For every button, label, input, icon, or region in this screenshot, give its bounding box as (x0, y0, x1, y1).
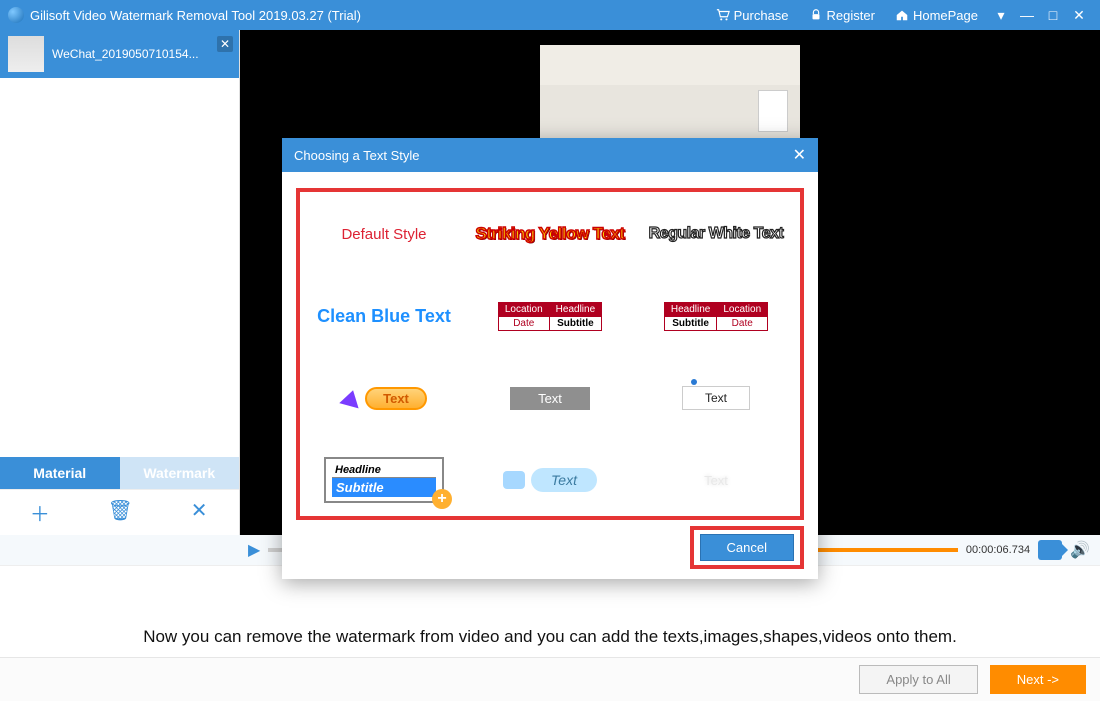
style-orange-label: Text (365, 387, 427, 410)
dialog-title: Choosing a Text Style (294, 148, 420, 163)
modal-backdrop: Choosing a Text Style ✕ Default Style St… (0, 0, 1100, 680)
style-white-box[interactable]: Text (638, 368, 794, 428)
style-cloud-bubble[interactable]: Text (472, 450, 628, 510)
style-headline-subtitle[interactable]: Headline Subtitle + (306, 450, 462, 510)
style-headline-table-a[interactable]: LocationHeadline DateSubtitle (472, 286, 628, 346)
style-yellow-label: Striking Yellow Text (475, 224, 624, 244)
dialog-footer: Cancel (296, 526, 804, 569)
styles-highlight: Default Style Striking Yellow Text Regul… (296, 188, 804, 520)
dialog-body: Default Style Striking Yellow Text Regul… (282, 172, 818, 579)
style-clean-blue[interactable]: Clean Blue Text (306, 286, 462, 346)
style-gray-bar[interactable]: Text (472, 368, 628, 428)
style-cloud-label: Text (531, 468, 597, 492)
style-orange-preview: Text (341, 387, 427, 410)
style-hs-headline: Headline (332, 463, 436, 478)
text-style-dialog: Choosing a Text Style ✕ Default Style St… (282, 138, 818, 579)
style-faint-label: Text (704, 473, 728, 488)
style-headline-table-b[interactable]: HeadlineLocation SubtitleDate (638, 286, 794, 346)
style-default[interactable]: Default Style (306, 204, 462, 264)
style-orange-banner[interactable]: Text (306, 368, 462, 428)
cancel-highlight: Cancel (690, 526, 804, 569)
style-gray-label: Text (510, 387, 590, 410)
style-regular-white[interactable]: Regular White Text (638, 204, 794, 264)
styles-grid: Default Style Striking Yellow Text Regul… (306, 204, 794, 510)
style-default-label: Default Style (341, 226, 426, 243)
style-table-a: LocationHeadline DateSubtitle (498, 302, 602, 331)
style-table-b: HeadlineLocation SubtitleDate (664, 302, 768, 331)
cancel-button[interactable]: Cancel (700, 534, 794, 561)
style-striking-yellow[interactable]: Striking Yellow Text (472, 204, 628, 264)
dialog-titlebar: Choosing a Text Style ✕ (282, 138, 818, 172)
style-faint-scribble[interactable]: Text (638, 450, 794, 510)
style-cloud-preview: Text (503, 468, 597, 492)
dialog-close-icon[interactable]: ✕ (793, 145, 806, 165)
triangle-icon (339, 388, 362, 409)
style-hs-preview: Headline Subtitle + (324, 457, 444, 503)
style-white-label: Regular White Text (649, 225, 784, 243)
style-whitebox-label: Text (682, 386, 750, 410)
style-hs-subtitle: Subtitle (332, 478, 436, 497)
soap-icon (503, 471, 525, 489)
plus-icon: + (432, 489, 452, 509)
style-blue-label: Clean Blue Text (317, 306, 451, 327)
